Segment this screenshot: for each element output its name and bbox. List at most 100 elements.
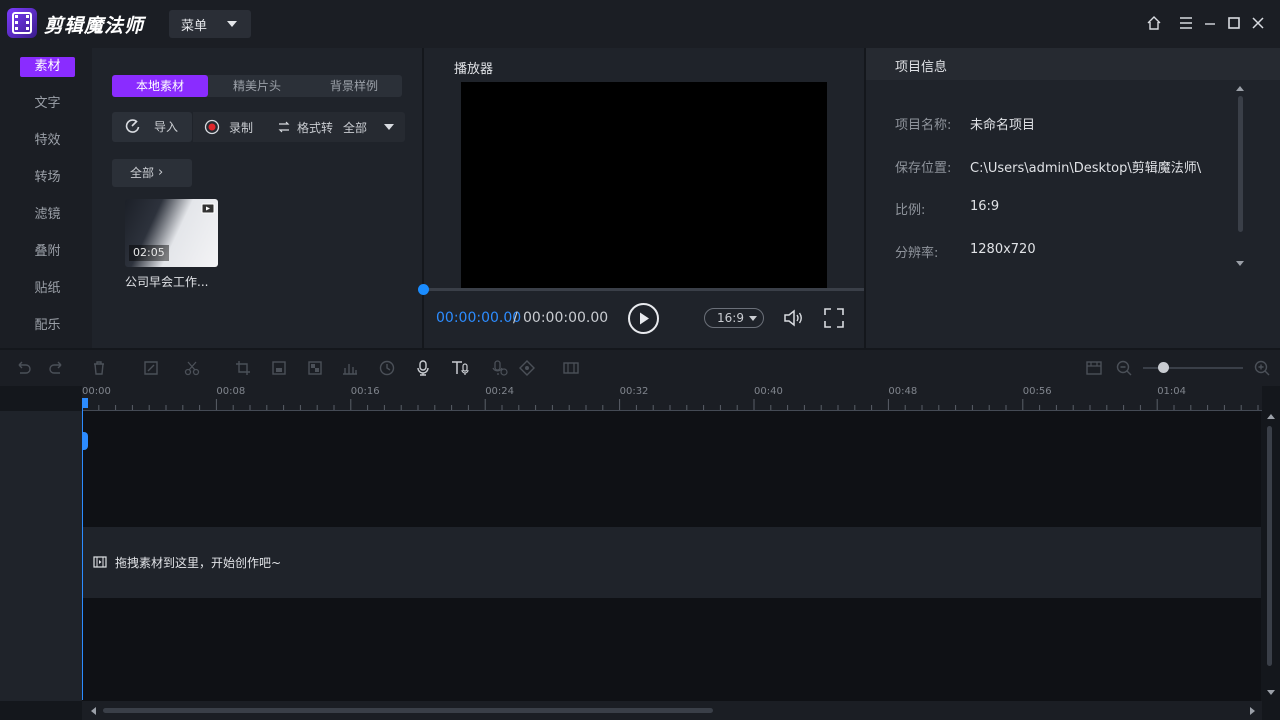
tab-background-samples[interactable]: 背景样例 [306, 75, 402, 97]
sidebar-item-material[interactable]: 素材 [20, 57, 75, 77]
format-convert-button[interactable]: 格式转 [297, 119, 333, 136]
project-name-value: 未命名项目 [970, 118, 1036, 133]
media-duration: 02:05 [129, 245, 169, 261]
aspect-ratio-label: 比例: [895, 203, 926, 218]
mosaic-icon[interactable] [306, 359, 324, 377]
sidebar-item-stickers[interactable]: 贴纸 [20, 279, 75, 299]
tab-local-material[interactable]: 本地素材 [112, 75, 208, 97]
record-icon[interactable] [204, 119, 220, 135]
aspect-ratio-value: 16:9 [717, 311, 744, 325]
save-location-label: 保存位置: [895, 161, 952, 176]
export-frame-icon[interactable] [562, 359, 580, 377]
timeline-horizontal-scrollbar[interactable] [103, 708, 713, 713]
marker-icon[interactable] [518, 359, 536, 377]
redo-icon[interactable] [48, 359, 66, 377]
chevron-down-icon [749, 316, 757, 321]
record-button[interactable]: 录制 [229, 119, 253, 136]
project-name-label: 项目名称: [895, 118, 952, 133]
category-sidebar: 素材 文字 特效 转场 滤镜 叠附 贴纸 配乐 [0, 48, 92, 348]
playhead-marker[interactable] [82, 398, 88, 408]
convert-filter-select[interactable]: 全部 [343, 119, 367, 136]
material-panel: 本地素材 精美片头 背景样例 导入 录制 格式转 全部 全部 › 02:05 公… [92, 48, 422, 348]
chevron-down-icon [227, 21, 237, 27]
scroll-left-icon[interactable] [91, 707, 96, 715]
filter-all-button[interactable]: 全部 › [112, 159, 192, 187]
zoom-out-icon[interactable] [1115, 359, 1133, 377]
maximize-icon[interactable] [1225, 14, 1245, 34]
sidebar-item-overlay[interactable]: 叠附 [20, 242, 75, 262]
scroll-right-icon[interactable] [1250, 707, 1255, 715]
progress-track[interactable] [424, 288, 864, 291]
crop-icon[interactable] [234, 359, 252, 377]
import-icon [124, 118, 141, 135]
media-name: 公司早会工作... [125, 275, 209, 289]
scroll-down-icon[interactable] [1267, 690, 1275, 695]
edit-icon[interactable] [142, 359, 160, 377]
time-current: 00:00:00.00 [436, 310, 522, 326]
home-icon[interactable] [1145, 14, 1165, 34]
resolution-value: 1280x720 [970, 242, 1036, 257]
speed-icon[interactable] [378, 359, 396, 377]
menu-dropdown-button[interactable]: 菜单 [169, 10, 251, 38]
title-bar: 剪辑魔法师 菜单 [0, 0, 1280, 48]
time-total: 00:00:00.00 [523, 310, 609, 326]
aspect-ratio-info: 16:9 [970, 199, 1000, 214]
timeline-vertical-scrollbar[interactable] [1267, 426, 1272, 666]
tick-label: 00:00 [82, 386, 111, 397]
scroll-up-icon[interactable] [1236, 86, 1244, 91]
time-separator: / [513, 310, 518, 326]
tick-label: 00:24 [485, 386, 515, 397]
playhead-handle[interactable] [82, 432, 88, 450]
fullscreen-icon[interactable] [823, 307, 845, 329]
hamburger-icon[interactable] [1177, 14, 1197, 34]
tick-label: 01:04 [1157, 386, 1187, 397]
film-icon [93, 555, 107, 569]
project-scrollbar[interactable] [1238, 96, 1243, 232]
audio-chart-icon[interactable] [341, 359, 359, 377]
zoom-in-icon[interactable] [1253, 359, 1271, 377]
video-preview [461, 82, 827, 288]
timeline-ruler[interactable]: 00:00 00:08 00:16 00:24 00:32 00:40 00:4… [82, 386, 1262, 411]
sidebar-item-effects[interactable]: 特效 [20, 131, 75, 151]
project-info-panel: 项目信息 项目名称: 未命名项目 保存位置: C:\Users\admin\De… [866, 48, 1280, 348]
voice-change-icon[interactable] [490, 359, 508, 377]
scroll-up-icon[interactable] [1267, 414, 1275, 419]
tick-label: 00:32 [619, 386, 649, 397]
timeline-toolbar [0, 350, 1280, 386]
app-title: 剪辑魔法师 [44, 15, 145, 37]
delete-icon[interactable] [90, 359, 108, 377]
undo-icon[interactable] [14, 359, 32, 377]
sidebar-item-filters[interactable]: 滤镜 [20, 205, 75, 225]
chevron-down-icon[interactable] [384, 124, 394, 130]
volume-icon[interactable] [782, 307, 804, 329]
import-button[interactable]: 导入 [112, 112, 192, 142]
sidebar-item-transitions[interactable]: 转场 [20, 168, 75, 188]
close-icon[interactable] [1249, 14, 1269, 34]
sidebar-item-music[interactable]: 配乐 [20, 316, 75, 336]
fit-timeline-icon[interactable] [1085, 359, 1103, 377]
minimize-icon[interactable] [1201, 14, 1221, 34]
tab-intro-templates[interactable]: 精美片头 [209, 75, 305, 97]
microphone-icon[interactable] [414, 359, 432, 377]
text-to-speech-icon[interactable] [450, 359, 469, 377]
sidebar-item-text[interactable]: 文字 [20, 94, 75, 114]
progress-handle[interactable] [418, 284, 429, 295]
main-video-track[interactable]: 拖拽素材到这里，开始创作吧~ [83, 527, 1261, 598]
scroll-down-icon[interactable] [1236, 261, 1244, 266]
media-thumbnail[interactable]: 02:05 [125, 199, 218, 267]
import-label: 导入 [154, 120, 179, 134]
track-header-column [0, 411, 82, 701]
freeze-frame-icon[interactable] [270, 359, 288, 377]
tick-label: 00:48 [888, 386, 918, 397]
tick-label: 00:16 [350, 386, 380, 397]
cut-icon[interactable] [183, 359, 201, 377]
zoom-slider-handle[interactable] [1158, 362, 1169, 373]
aspect-ratio-select[interactable]: 16:9 [704, 308, 764, 328]
player-title: 播放器 [454, 62, 494, 77]
drop-hint: 拖拽素材到这里，开始创作吧~ [115, 556, 282, 570]
play-button[interactable] [628, 303, 659, 334]
resolution-label: 分辨率: [895, 246, 939, 261]
project-header: 项目信息 [866, 48, 1280, 80]
ruler-ticks [82, 399, 1259, 410]
tick-label: 00:40 [754, 386, 783, 397]
